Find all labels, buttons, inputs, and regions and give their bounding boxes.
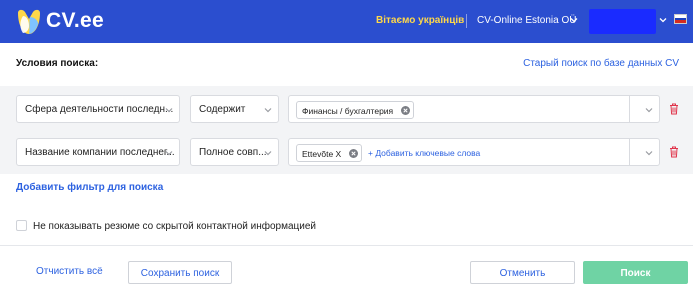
- cancel-button[interactable]: Отменить: [470, 261, 575, 284]
- header-divider: [466, 14, 467, 28]
- clear-all-link[interactable]: Отчистить всё: [36, 266, 103, 277]
- chip-label: Финансы / бухгалтерия: [302, 106, 394, 116]
- filter-field-select[interactable]: Сфера деятельности последн...: [16, 95, 180, 123]
- add-filter-link[interactable]: Добавить фильтр для поиска: [16, 182, 163, 193]
- old-cv-search-link[interactable]: Старый поиск по базе данных CV: [523, 58, 679, 69]
- logo-text[interactable]: CV.ee: [46, 9, 104, 33]
- filter-field-value: Сфера деятельности последн...: [25, 104, 174, 115]
- filter-operator-value: Содержит: [199, 104, 246, 115]
- filter-value-chip: Финансы / бухгалтерия: [296, 101, 414, 119]
- cv-ee-logo-icon[interactable]: [14, 7, 44, 37]
- chevron-down-icon[interactable]: [570, 16, 578, 24]
- add-keywords-link[interactable]: + Добавить ключевые слова: [368, 148, 480, 158]
- filter-operator-select[interactable]: Полное совп...: [190, 138, 279, 166]
- search-button[interactable]: Поиск: [583, 261, 688, 284]
- filter-values-input[interactable]: Финансы / бухгалтерия: [288, 95, 660, 123]
- chevron-down-icon: [165, 151, 173, 156]
- chevron-down-icon: [264, 108, 272, 113]
- filter-field-value: Название компании последнег...: [25, 147, 175, 158]
- trash-icon[interactable]: [669, 146, 679, 158]
- hide-hidden-contacts-label[interactable]: Не показывать резюме со скрытой контактн…: [33, 221, 316, 232]
- hide-hidden-contacts-checkbox[interactable]: [16, 220, 27, 231]
- ukraine-welcome-link[interactable]: Вітаємо українців: [376, 15, 464, 26]
- chevron-down-icon: [264, 151, 272, 156]
- chevron-down-icon: [165, 108, 173, 113]
- chevron-down-icon[interactable]: [645, 106, 653, 114]
- trash-icon[interactable]: [669, 103, 679, 115]
- filter-values-input[interactable]: Ettevõte X + Добавить ключевые слова: [288, 138, 660, 166]
- filter-field-select[interactable]: Название компании последнег...: [16, 138, 180, 166]
- remove-chip-icon[interactable]: [349, 149, 358, 158]
- filter-operator-select[interactable]: Содержит: [190, 95, 279, 123]
- select-divider: [629, 96, 630, 122]
- footer-divider: [0, 245, 693, 246]
- top-navigation-bar: CV.ee Вітаємо українців CV-Online Estoni…: [0, 0, 693, 43]
- search-conditions-title: Условия поиска:: [16, 58, 99, 69]
- chevron-down-icon[interactable]: [645, 149, 653, 157]
- filter-value-chip: Ettevõte X: [296, 144, 362, 162]
- company-selector[interactable]: CV-Online Estonia OÜ: [477, 15, 577, 26]
- user-account-menu[interactable]: [589, 9, 656, 34]
- save-search-button[interactable]: Сохранить поиск: [128, 261, 232, 284]
- filter-operator-value: Полное совп...: [199, 147, 267, 158]
- russian-flag-icon[interactable]: [674, 14, 687, 24]
- remove-chip-icon[interactable]: [401, 106, 410, 115]
- chevron-down-icon[interactable]: [659, 16, 667, 24]
- chip-label: Ettevõte X: [302, 149, 342, 159]
- select-divider: [629, 139, 630, 165]
